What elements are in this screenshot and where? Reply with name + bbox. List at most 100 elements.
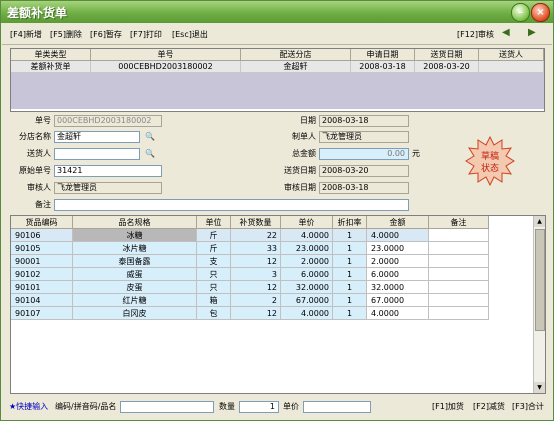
scroll-down-icon[interactable]: ▼ — [534, 382, 545, 393]
detail-cell-col-name[interactable]: 白冈皮 — [73, 307, 197, 320]
quick-input-field[interactable] — [120, 401, 214, 413]
detail-cell-col-qty[interactable]: 22 — [231, 229, 281, 242]
detail-cell-col-qty[interactable]: 12 — [231, 307, 281, 320]
header-cell-delivery-date[interactable]: 2008-03-20 — [415, 61, 479, 73]
total-field[interactable]: 0.00 — [319, 148, 409, 160]
header-cell-sender[interactable] — [479, 61, 544, 73]
detail-cell-col-discount[interactable]: 1 — [333, 242, 367, 255]
detail-cell-col-qty[interactable]: 2 — [231, 294, 281, 307]
total-button[interactable]: [F3]合计 — [512, 401, 544, 413]
print-button[interactable]: [F7]打印 — [130, 29, 162, 40]
header-cell-no[interactable]: 000CEBHD2003180002 — [91, 61, 241, 73]
detail-cell-col-code[interactable]: 90107 — [11, 307, 73, 320]
detail-cell-col-qty[interactable]: 3 — [231, 268, 281, 281]
detail-cell-col-price[interactable]: 67.0000 — [281, 294, 333, 307]
minimize-button[interactable]: – — [511, 3, 530, 22]
detail-cell-col-code[interactable]: 90106 — [11, 229, 73, 242]
delete-button[interactable]: [F5]删除 — [50, 29, 82, 40]
note-field[interactable] — [54, 199, 409, 211]
detail-cell-col-note[interactable] — [429, 242, 489, 255]
detail-header-col-code[interactable]: 货品编码 — [11, 216, 73, 229]
new-button[interactable]: [F4]新增 — [10, 29, 42, 40]
reviewer-field[interactable]: 飞龙管理员 — [54, 182, 162, 194]
detail-cell-col-note[interactable] — [429, 281, 489, 294]
detail-cell-col-discount[interactable]: 1 — [333, 307, 367, 320]
detail-cell-col-price[interactable]: 4.0000 — [281, 307, 333, 320]
detail-cell-col-note[interactable] — [429, 268, 489, 281]
reduce-goods-button[interactable]: [F2]减货 — [473, 401, 505, 413]
detail-cell-col-amount[interactable]: 6.0000 — [367, 268, 429, 281]
detail-cell-col-name[interactable]: 红片糖 — [73, 294, 197, 307]
detail-header-col-name[interactable]: 品名规格 — [73, 216, 197, 229]
next-arrow-icon[interactable]: ▶ — [528, 27, 536, 38]
review-button[interactable]: [F12]审核 — [457, 29, 494, 40]
detail-cell-col-unit[interactable]: 只 — [197, 268, 231, 281]
detail-cell-col-code[interactable]: 90104 — [11, 294, 73, 307]
close-button[interactable]: × — [531, 3, 550, 22]
header-cell-type[interactable]: 差额补货单 — [11, 61, 91, 73]
detail-grid[interactable]: ▲ ▼ 货品编码 品名规格 单位 补货数量 单价 折扣率 金额 备注 90106 冰糖斤 22 4.0… — [10, 215, 546, 394]
detail-cell-col-unit[interactable]: 斤 — [197, 229, 231, 242]
detail-cell-col-discount[interactable]: 1 — [333, 268, 367, 281]
title-bar[interactable]: 差额补货单 – × — [1, 1, 553, 23]
detail-cell-col-discount[interactable]: 1 — [333, 294, 367, 307]
detail-header-col-price[interactable]: 单价 — [281, 216, 333, 229]
detail-cell-col-price[interactable]: 6.0000 — [281, 268, 333, 281]
detail-cell-col-amount[interactable]: 23.0000 — [367, 242, 429, 255]
detail-cell-col-price[interactable]: 23.0000 — [281, 242, 333, 255]
sender-lookup-icon[interactable]: 🔍 — [145, 148, 155, 160]
store-lookup-icon[interactable]: 🔍 — [145, 131, 155, 143]
detail-cell-col-price[interactable]: 2.0000 — [281, 255, 333, 268]
price-field[interactable] — [303, 401, 371, 413]
delivery-date-field[interactable]: 2008-03-20 — [319, 165, 409, 177]
review-date-field[interactable]: 2008-03-18 — [319, 182, 409, 194]
detail-cell-col-qty[interactable]: 33 — [231, 242, 281, 255]
header-cell-apply-date[interactable]: 2008-03-18 — [351, 61, 415, 73]
order-no-field[interactable]: 000CEBHD2003180002 — [54, 115, 162, 127]
detail-cell-col-amount[interactable]: 4.0000 — [367, 307, 429, 320]
detail-cell-col-unit[interactable]: 只 — [197, 281, 231, 294]
detail-cell-col-code[interactable]: 90101 — [11, 281, 73, 294]
detail-cell-col-unit[interactable]: 包 — [197, 307, 231, 320]
detail-header-col-discount[interactable]: 折扣率 — [333, 216, 367, 229]
detail-cell-col-price[interactable]: 32.0000 — [281, 281, 333, 294]
detail-cell-col-amount[interactable]: 2.0000 — [367, 255, 429, 268]
save-draft-button[interactable]: [F6]暂存 — [90, 29, 122, 40]
quantity-field[interactable]: 1 — [239, 401, 279, 413]
detail-cell-col-discount[interactable]: 1 — [333, 255, 367, 268]
detail-cell-col-unit[interactable]: 支 — [197, 255, 231, 268]
detail-cell-col-note[interactable] — [429, 229, 489, 242]
detail-cell-col-qty[interactable]: 12 — [231, 255, 281, 268]
detail-cell-col-qty[interactable]: 12 — [231, 281, 281, 294]
date-field[interactable]: 2008-03-18 — [319, 115, 409, 127]
detail-header-col-amount[interactable]: 金额 — [367, 216, 429, 229]
detail-cell-col-name[interactable]: 皮蛋 — [73, 281, 197, 294]
add-goods-button[interactable]: [F1]加货 — [432, 401, 464, 413]
detail-cell-col-price[interactable]: 4.0000 — [281, 229, 333, 242]
detail-cell-col-note[interactable] — [429, 294, 489, 307]
header-cell-store[interactable]: 金超轩 — [241, 61, 351, 73]
detail-header-col-note[interactable]: 备注 — [429, 216, 489, 229]
detail-cell-col-name[interactable]: 威蛋 — [73, 268, 197, 281]
detail-grid-scrollbar[interactable]: ▲ ▼ — [533, 216, 545, 393]
detail-header-col-qty[interactable]: 补货数量 — [231, 216, 281, 229]
detail-cell-col-name[interactable]: 冰糖 — [73, 229, 197, 242]
detail-cell-col-discount[interactable]: 1 — [333, 229, 367, 242]
detail-cell-col-unit[interactable]: 斤 — [197, 242, 231, 255]
sender-field[interactable] — [54, 148, 140, 160]
scroll-thumb[interactable] — [535, 229, 545, 331]
orig-no-field[interactable]: 31421 — [54, 165, 162, 177]
detail-cell-col-amount[interactable]: 32.0000 — [367, 281, 429, 294]
prev-arrow-icon[interactable]: ◀ — [502, 27, 510, 38]
header-grid[interactable]: 单类类型 单号 配送分店 申请日期 送货日期 送货人 差额补货单 000CEBH… — [10, 48, 545, 112]
maker-field[interactable]: 飞龙管理员 — [319, 131, 409, 143]
detail-cell-col-note[interactable] — [429, 307, 489, 320]
detail-cell-col-discount[interactable]: 1 — [333, 281, 367, 294]
detail-cell-col-name[interactable]: 冰片糖 — [73, 242, 197, 255]
detail-cell-col-amount[interactable]: 67.0000 — [367, 294, 429, 307]
detail-cell-col-code[interactable]: 90102 — [11, 268, 73, 281]
detail-cell-col-amount[interactable]: 4.0000 — [367, 229, 429, 242]
detail-cell-col-unit[interactable]: 箱 — [197, 294, 231, 307]
exit-button[interactable]: [Esc]退出 — [172, 29, 208, 40]
store-field[interactable]: 金超轩 — [54, 131, 140, 143]
